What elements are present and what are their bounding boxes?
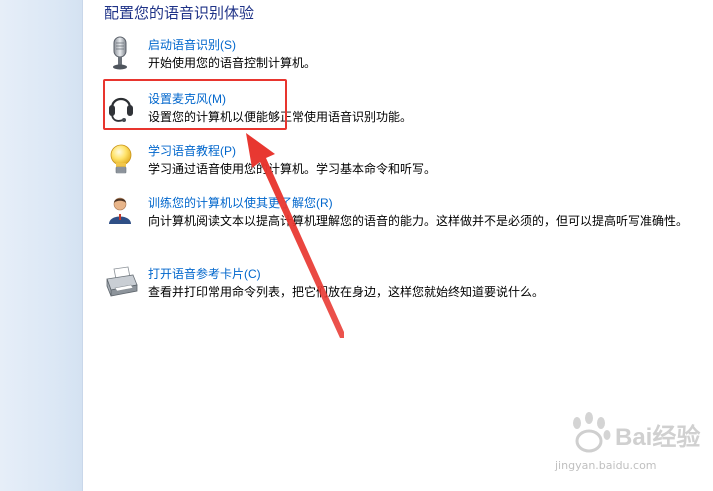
baidu-paw-logo-icon bbox=[555, 411, 619, 457]
watermark-url: jingyan.baidu.com bbox=[555, 459, 657, 472]
baidu-watermark: Bai经验 jingyan.baidu.com bbox=[555, 411, 705, 479]
watermark-brand-text: Bai经验 bbox=[615, 424, 701, 451]
